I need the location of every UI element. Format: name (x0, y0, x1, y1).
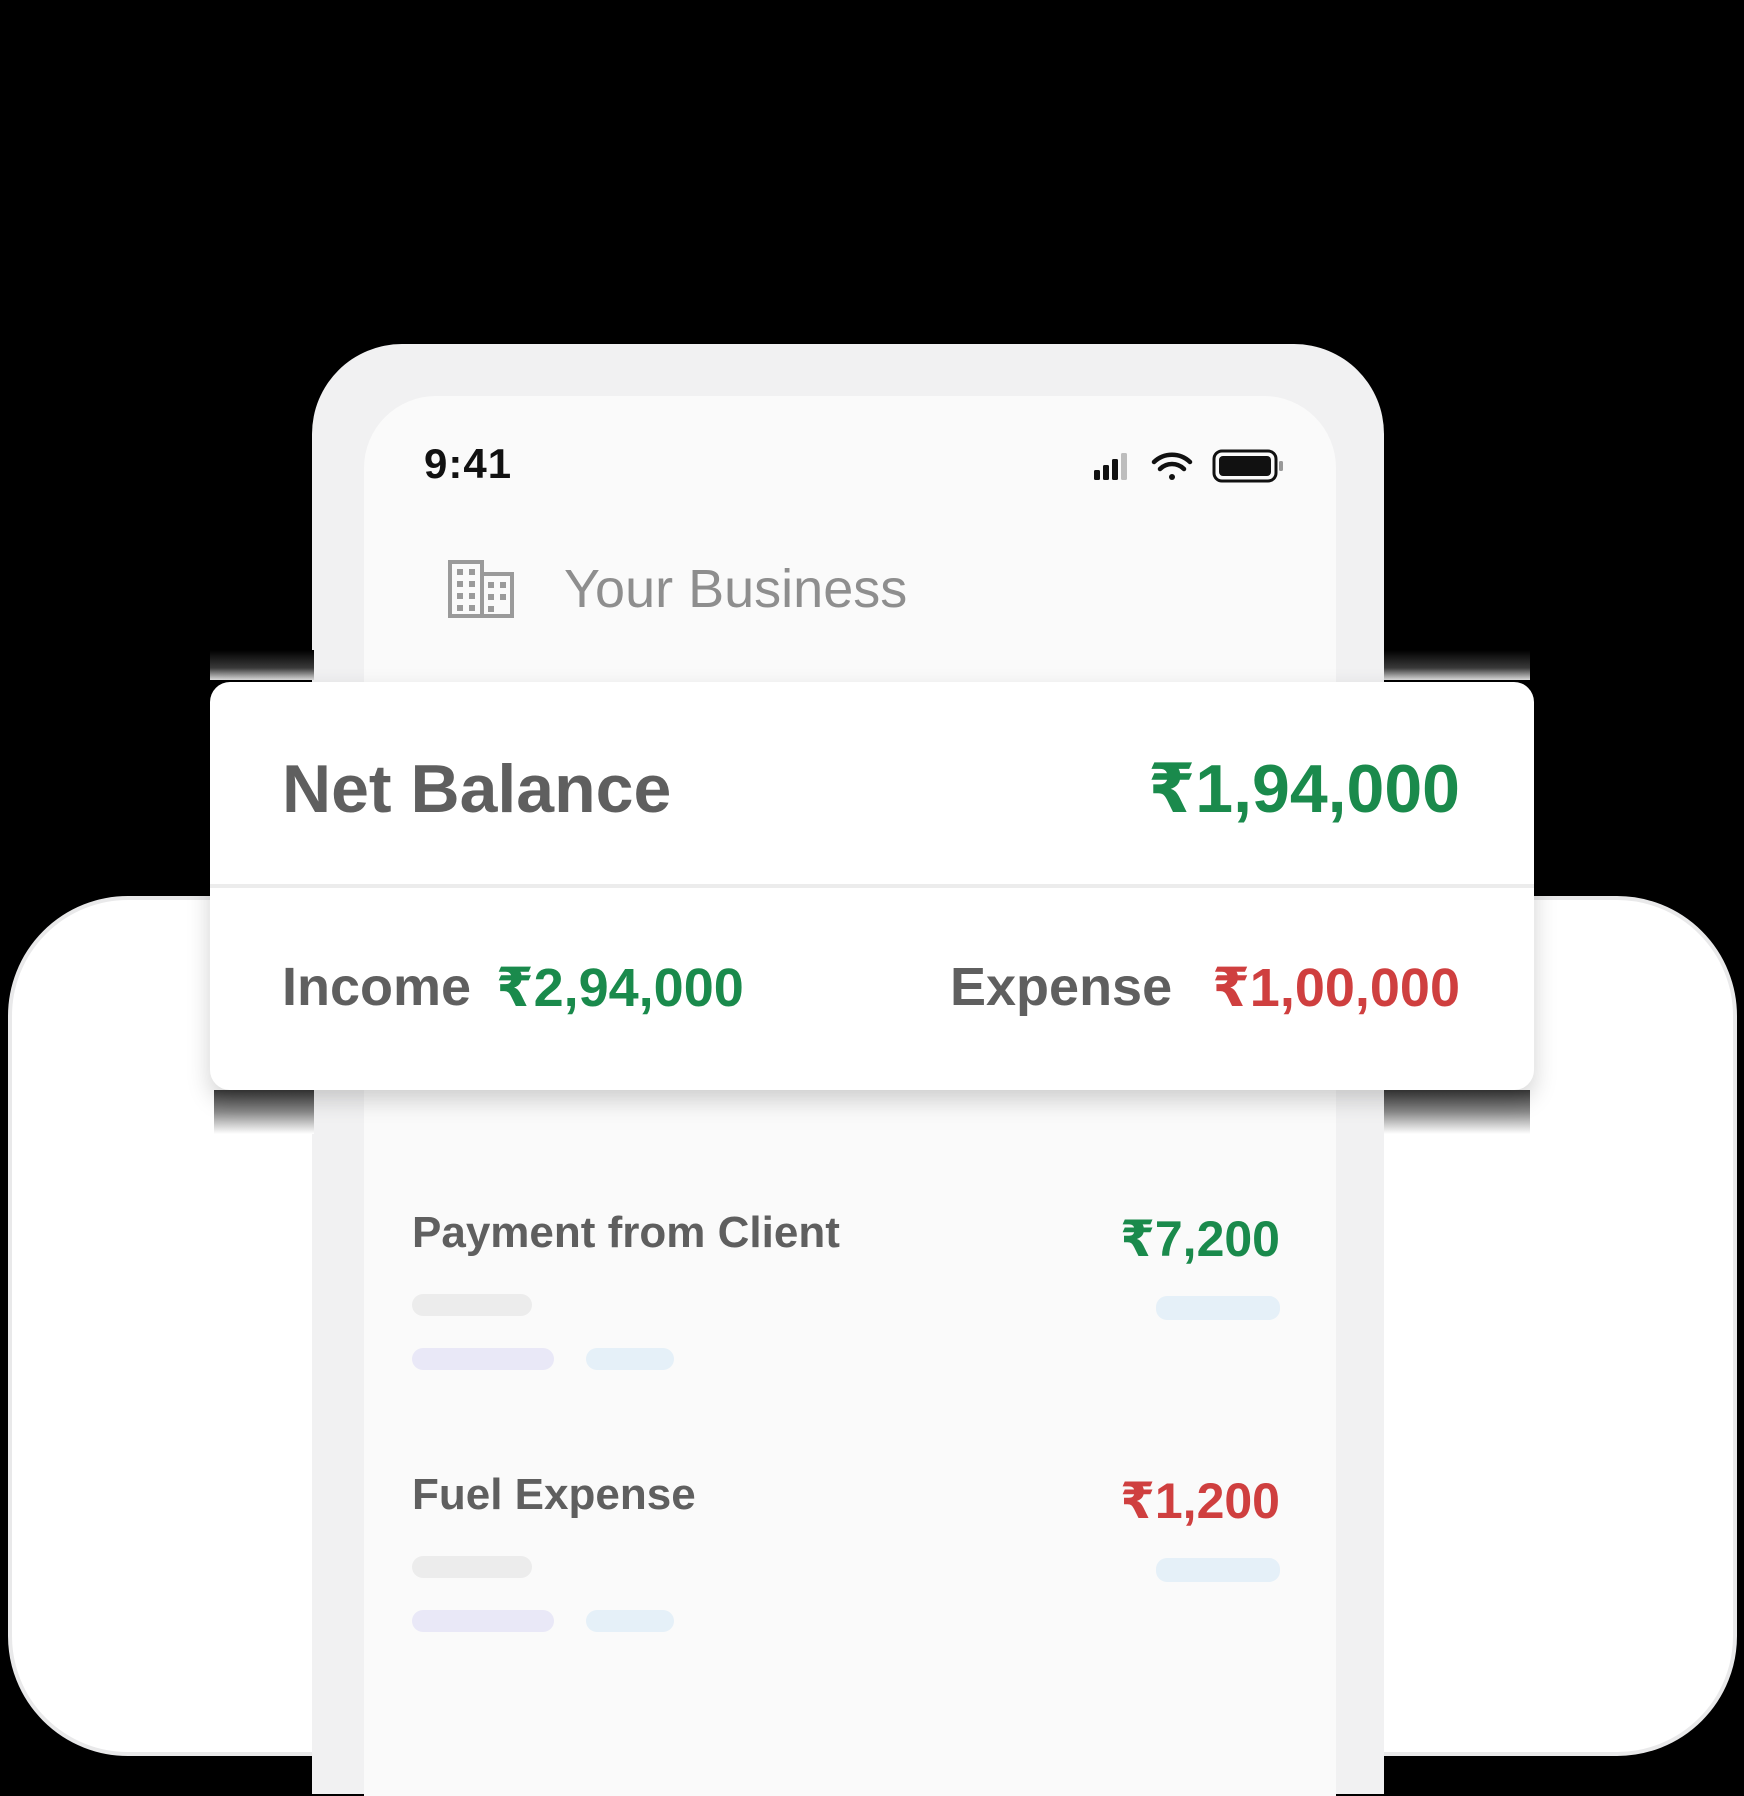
transaction-item[interactable]: Payment from Client ₹7,200 (412, 1208, 1280, 1408)
card-shadow (210, 650, 314, 680)
placeholder-line (412, 1610, 554, 1632)
building-icon (448, 560, 514, 618)
placeholder-line (1156, 1296, 1280, 1320)
wifi-icon (1151, 452, 1193, 480)
expense-label: Expense (950, 957, 1173, 1017)
cellular-signal-icon (1094, 453, 1127, 480)
transaction-title: Fuel Expense (412, 1470, 696, 1519)
card-shadow (214, 1090, 314, 1134)
income-label: Income (282, 957, 472, 1017)
placeholder-line (586, 1610, 674, 1632)
transaction-item[interactable]: Fuel Expense ₹1,200 (412, 1470, 1280, 1670)
balance-summary-card[interactable]: Net Balance ₹1,94,000 Income ₹2,94,000 E… (210, 682, 1534, 1090)
status-icons (1094, 449, 1283, 483)
placeholder-line (412, 1348, 554, 1370)
transaction-amount: ₹1,200 (1120, 1473, 1280, 1529)
expense-value: ₹1,00,000 (1212, 958, 1460, 1018)
battery-icon (1212, 449, 1283, 483)
card-shadow (1384, 650, 1530, 680)
status-time: 9:41 (424, 440, 513, 487)
placeholder-line (1156, 1558, 1280, 1582)
business-name[interactable]: Your Business (564, 558, 907, 620)
income-expense-row: Income ₹2,94,000 Expense ₹1,00,000 (210, 888, 1534, 1090)
net-balance-label: Net Balance (282, 751, 672, 827)
card-shadow (1384, 1090, 1530, 1134)
net-balance-value: ₹1,94,000 (1147, 751, 1460, 827)
net-balance-row: Net Balance ₹1,94,000 (210, 682, 1534, 888)
transaction-title: Payment from Client (412, 1208, 840, 1257)
placeholder-line (412, 1294, 532, 1316)
income-value: ₹2,94,000 (496, 958, 744, 1018)
placeholder-line (412, 1556, 532, 1578)
transaction-amount: ₹7,200 (1120, 1211, 1280, 1267)
placeholder-line (586, 1348, 674, 1370)
